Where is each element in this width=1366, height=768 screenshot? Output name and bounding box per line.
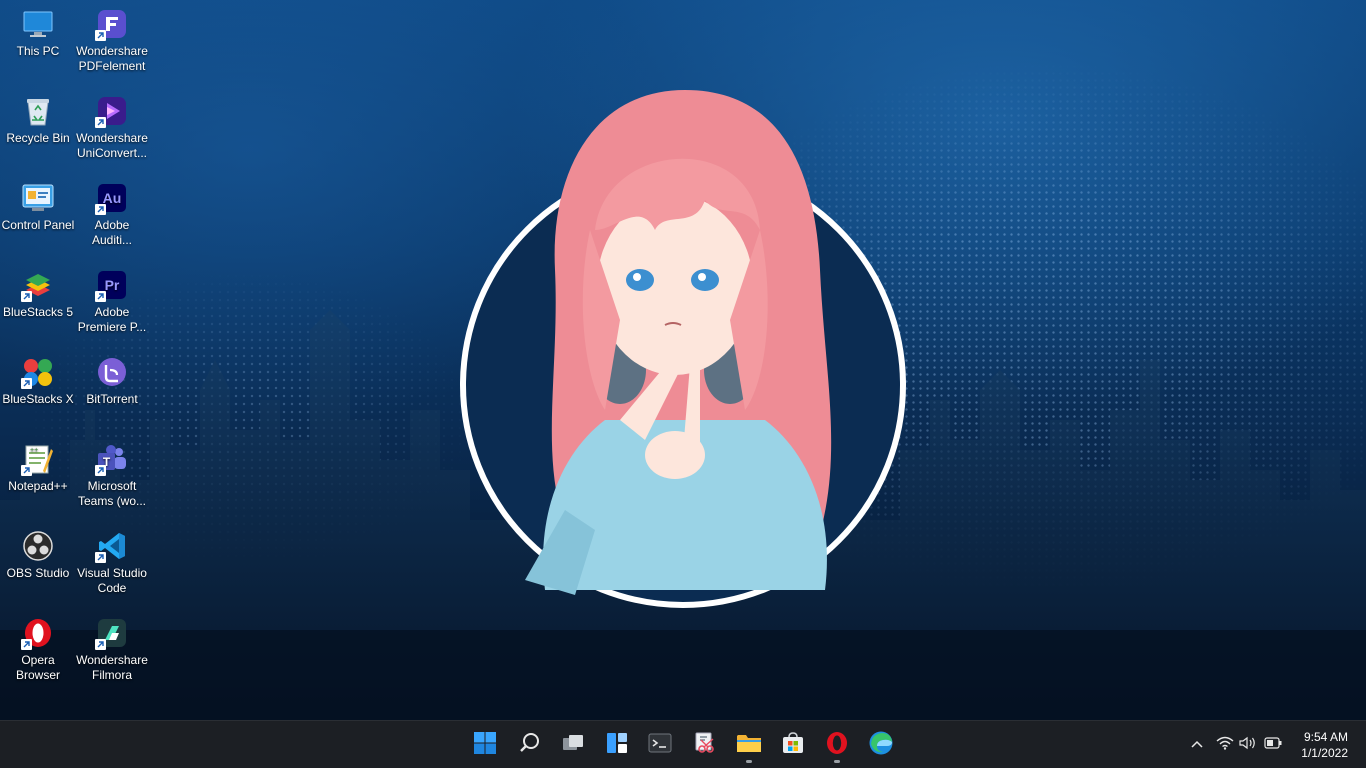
bittorrent-icon [96, 356, 128, 388]
taskbar-terminal-button[interactable] [640, 725, 680, 765]
desktop-icon-opera-browser[interactable]: Opera Browser [0, 611, 76, 695]
desktop-icon-obs-studio[interactable]: OBS Studio [0, 524, 76, 608]
desktop-icon-bluestacks-x[interactable]: BlueStacks X [0, 350, 76, 434]
chevron-up-icon [1190, 736, 1204, 754]
desktop-icon-recycle-bin[interactable]: Recycle Bin [0, 89, 76, 173]
shortcut-arrow-icon [21, 291, 32, 302]
search-icon [518, 731, 542, 760]
taskbar-snipping-tool-button[interactable] [685, 725, 725, 765]
taskbar-file-explorer-button[interactable] [729, 725, 769, 765]
desktop-icon-pdfelement[interactable]: Wondershare PDFelement [74, 2, 150, 86]
uniconverter-icon [95, 95, 128, 128]
desktop-icon-bittorrent[interactable]: BitTorrent [74, 350, 150, 434]
teams-icon: T [95, 443, 128, 476]
desktop-icon-notepad-plus-plus[interactable]: ++ Notepad++ [0, 437, 76, 521]
taskbar-task-view-button[interactable] [553, 725, 593, 765]
taskbar-store-button[interactable] [773, 725, 813, 765]
computer-icon [22, 8, 54, 40]
taskbar-edge-button[interactable] [861, 725, 901, 765]
shortcut-arrow-icon [95, 117, 106, 128]
taskbar-search-button[interactable] [510, 725, 550, 765]
svg-text:++: ++ [30, 447, 38, 454]
pdfelement-icon [95, 8, 128, 41]
network-button[interactable] [1213, 733, 1237, 757]
bluestacks-icon [21, 269, 54, 302]
svg-text:Pr: Pr [105, 277, 120, 293]
opera-icon [21, 617, 54, 650]
clock-time: 9:54 AM [1303, 730, 1348, 744]
shortcut-arrow-icon [21, 465, 32, 476]
shortcut-arrow-icon [95, 30, 106, 41]
desktop-icon-control-panel[interactable]: Control Panel [0, 176, 76, 260]
clock-date: 1/1/2022 [1301, 746, 1348, 760]
running-indicator [746, 760, 752, 763]
taskbar: 9:54 AM 1/1/2022 [0, 720, 1366, 768]
desktop-icon-microsoft-teams[interactable]: T Microsoft Teams (wo... [74, 437, 150, 521]
widgets-icon [605, 731, 629, 760]
shortcut-arrow-icon [95, 639, 106, 650]
adobe-audition-icon: Au [95, 182, 128, 215]
battery-icon [1264, 736, 1282, 754]
shortcut-arrow-icon [95, 204, 106, 215]
edge-icon [868, 730, 894, 761]
shortcut-arrow-icon [21, 378, 32, 389]
wifi-icon [1216, 736, 1234, 755]
desktop-icon-adobe-premiere[interactable]: Pr Adobe Premiere P... [74, 263, 150, 347]
bluestacks-x-icon [21, 356, 54, 389]
recycle-bin-icon [22, 95, 54, 127]
store-icon [781, 731, 805, 760]
shortcut-arrow-icon [95, 465, 106, 476]
anime-girl-sticker [460, 90, 906, 608]
desktop-icon-filmora[interactable]: Wondershare Filmora [74, 611, 150, 695]
filmora-icon [95, 617, 128, 650]
shortcut-arrow-icon [95, 552, 106, 563]
taskbar-opera-button[interactable] [817, 725, 857, 765]
opera-icon [825, 731, 849, 760]
taskbar-clock[interactable]: 9:54 AM 1/1/2022 [1286, 729, 1348, 761]
shortcut-arrow-icon [95, 291, 106, 302]
battery-button[interactable] [1261, 733, 1285, 757]
task-view-icon [561, 731, 585, 760]
show-hidden-icons-button[interactable] [1185, 733, 1209, 757]
taskbar-start-button[interactable] [465, 725, 505, 765]
windows-start-icon [473, 731, 497, 760]
adobe-premiere-icon: Pr [95, 269, 128, 302]
volume-button[interactable] [1236, 733, 1260, 757]
taskbar-widgets-button[interactable] [597, 725, 637, 765]
snipping-tool-icon [693, 731, 717, 760]
running-indicator [834, 760, 840, 763]
desktop-icon-visual-studio-code[interactable]: Visual Studio Code [74, 524, 150, 608]
notepad-plus-plus-icon: ++ [21, 443, 54, 476]
desktop-icon-uniconverter[interactable]: Wondershare UniConvert... [74, 89, 150, 173]
desktop-icon-this-pc[interactable]: This PC [0, 2, 76, 86]
folder-icon [736, 731, 762, 760]
desktop-wallpaper [0, 0, 1366, 720]
volume-icon [1239, 736, 1257, 755]
terminal-icon [648, 731, 672, 760]
obs-icon [22, 530, 54, 562]
vscode-icon [95, 530, 128, 563]
shortcut-arrow-icon [21, 639, 32, 650]
desktop-icon-bluestacks-5[interactable]: BlueStacks 5 [0, 263, 76, 347]
desktop-icon-adobe-audition[interactable]: Au Adobe Auditi... [74, 176, 150, 260]
control-panel-icon [22, 182, 54, 214]
